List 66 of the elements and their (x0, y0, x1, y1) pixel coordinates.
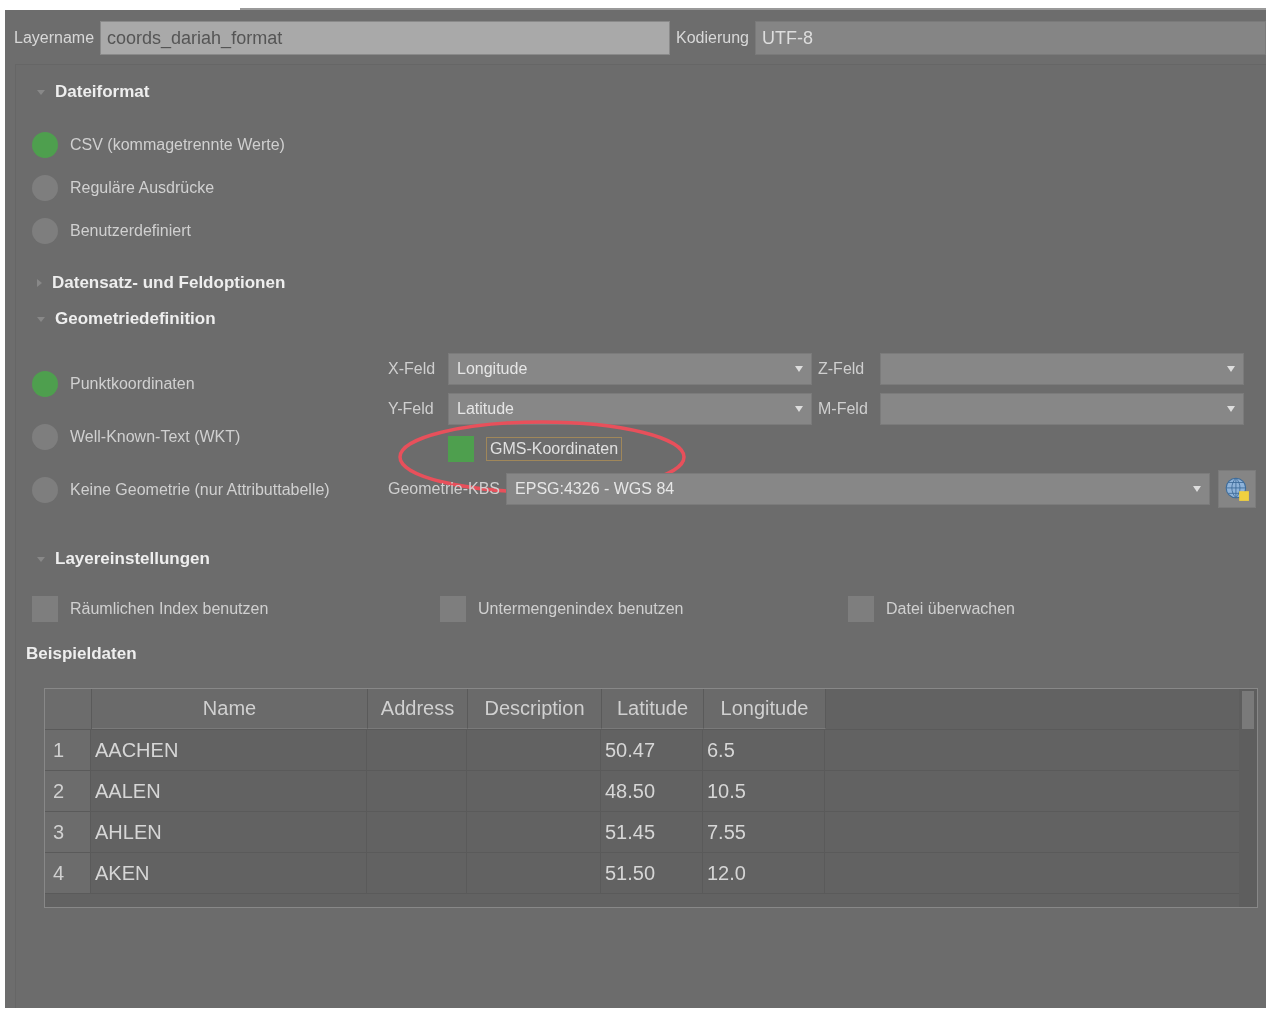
radio-label: CSV (kommagetrennte Werte) (70, 135, 285, 154)
row-number: 3 (45, 812, 91, 852)
section-title: Dateiformat (55, 82, 150, 102)
field-label: Y-Feld (388, 400, 435, 418)
column-header[interactable]: Name (92, 689, 368, 729)
radio-label: Benutzerdefiniert (70, 221, 191, 240)
caret-icon (1227, 366, 1235, 372)
collapse-arrow-icon[interactable] (37, 556, 45, 562)
field-label: Z-Feld (818, 360, 866, 378)
field-label: Kodierung (676, 29, 749, 47)
field-label: Geometrie-KBS (388, 480, 501, 498)
radio-label: Punktkoordinaten (70, 374, 195, 393)
row-number: 1 (45, 730, 91, 770)
checkbox-label: GMS-Koordinaten (486, 437, 623, 461)
caret-icon (795, 366, 803, 372)
table-cell: 6.5 (703, 730, 825, 770)
y-field-dropdown[interactable]: Latitude (448, 393, 812, 425)
table-cell: AKEN (91, 853, 367, 893)
field-label: Layername (14, 29, 95, 47)
table-cell: 51.50 (601, 853, 703, 893)
table-cell: AACHEN (91, 730, 367, 770)
radio-label: Keine Geometrie (nur Attributtabelle) (70, 480, 330, 499)
collapse-arrow-icon[interactable] (37, 279, 42, 287)
table-cell: AHLEN (91, 812, 367, 852)
field-label: M-Feld (818, 400, 869, 418)
section-title: Geometriedefinition (55, 309, 216, 329)
table-cell: 7.55 (703, 812, 825, 852)
caret-icon (1193, 486, 1201, 492)
table-cell: 48.50 (601, 771, 703, 811)
collapse-arrow-icon[interactable] (37, 89, 45, 95)
radio-label: Well-Known-Text (WKT) (70, 427, 241, 446)
collapse-arrow-icon[interactable] (37, 316, 45, 322)
table-corner[interactable] (45, 689, 92, 729)
table-cell: 12.0 (703, 853, 825, 893)
column-header[interactable]: Latitude (602, 689, 704, 729)
section-title: Layereinstellungen (55, 549, 210, 569)
caret-icon (1227, 406, 1235, 412)
section-title: Datensatz- und Feldoptionen (52, 273, 286, 293)
x-field-dropdown[interactable]: Longitude (448, 353, 812, 385)
caret-icon (795, 406, 803, 412)
table-cell: AALEN (91, 771, 367, 811)
crs-dropdown[interactable]: EPSG:4326 - WGS 84 (506, 473, 1210, 505)
table-cell: 10.5 (703, 771, 825, 811)
globe-icon (1224, 476, 1250, 502)
checkbox-label: Datei überwachen (886, 600, 1015, 618)
crs-select-button[interactable] (1218, 470, 1256, 508)
checkbox-label: Räumlichen Index benutzen (70, 600, 269, 618)
z-field-dropdown[interactable] (880, 353, 1244, 385)
column-header[interactable]: Longitude (704, 689, 826, 729)
table-cell: 51.45 (601, 812, 703, 852)
section-title: Beispieldaten (26, 644, 138, 664)
radio-button[interactable] (32, 370, 58, 397)
encoding-field[interactable]: UTF-8 (755, 21, 1266, 55)
scrollbar[interactable] (1239, 689, 1257, 907)
column-header[interactable]: Description (468, 689, 602, 729)
column-header[interactable]: Address (368, 689, 468, 729)
row-number: 2 (45, 771, 91, 811)
table-cell: 50.47 (601, 730, 703, 770)
radio-label: Reguläre Ausdrücke (70, 178, 215, 197)
m-field-dropdown[interactable] (880, 393, 1244, 425)
row-number: 4 (45, 853, 91, 893)
field-label: X-Feld (388, 360, 437, 378)
checkbox[interactable] (448, 436, 474, 462)
layer-name-field[interactable]: coords_dariah_format (100, 21, 671, 55)
checkbox-label: Untermengenindex benutzen (478, 600, 684, 618)
radio-button[interactable] (32, 131, 58, 158)
